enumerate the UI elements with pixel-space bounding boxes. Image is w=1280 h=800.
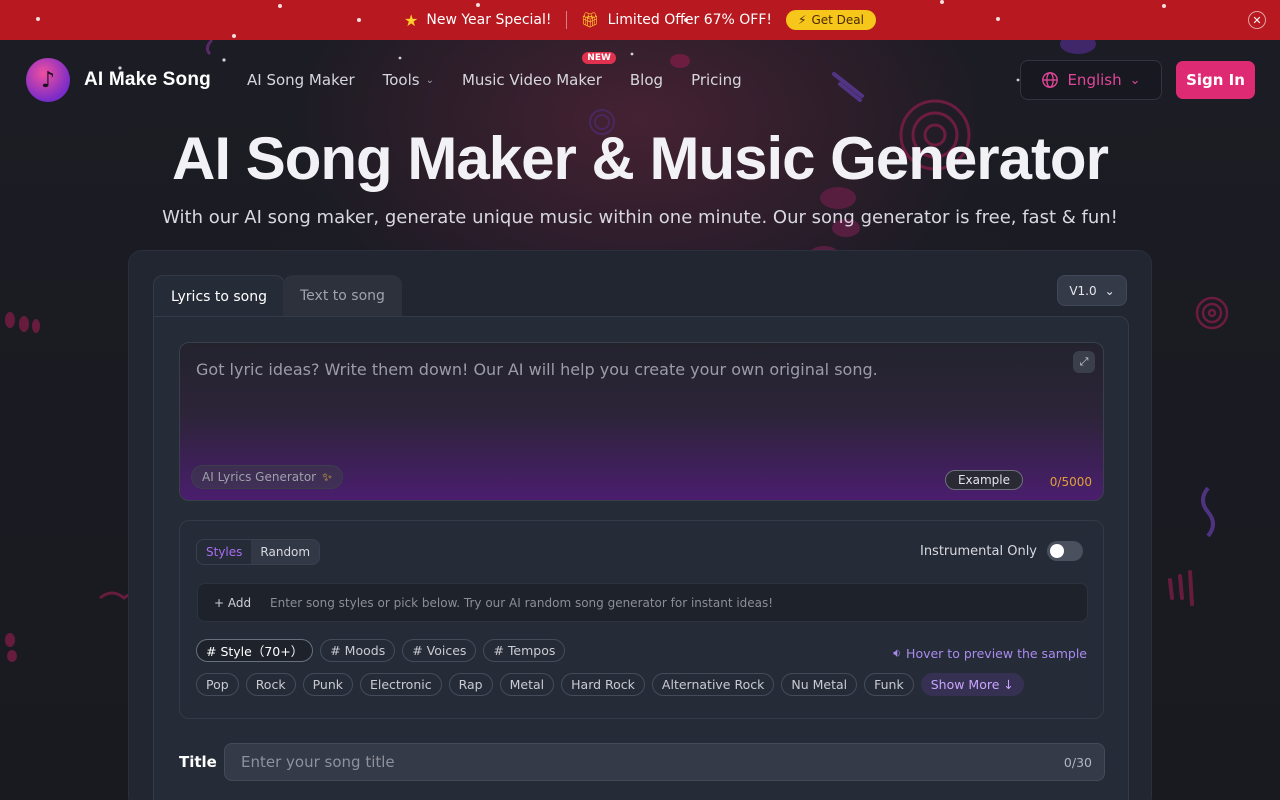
- sparkle-icon: ✨︎: [322, 469, 333, 484]
- style-chip[interactable]: Nu Metal: [781, 673, 858, 696]
- category-chips: # Style（70+） # Moods # Voices # Tempos: [196, 639, 566, 662]
- new-badge: NEW: [582, 52, 616, 64]
- tab-text-to-song[interactable]: Text to song: [283, 275, 402, 317]
- globe-icon: [1042, 72, 1059, 88]
- title-placeholder: Enter your song title: [241, 753, 395, 771]
- style-chip[interactable]: Rock: [245, 673, 296, 696]
- promo-offer: 🎁︎ Limited Offer 67% OFF!: [581, 11, 773, 29]
- promo-offer-label: Limited Offer 67% OFF!: [607, 12, 773, 28]
- chevron-down-icon: ⌄: [1104, 283, 1115, 298]
- styles-mode-toggle: Styles Random: [196, 539, 321, 565]
- style-chip[interactable]: Electronic: [359, 673, 442, 696]
- category-style[interactable]: # Style（70+）: [196, 639, 314, 662]
- nav-item-music-video-maker[interactable]: Music Video Maker NEW: [461, 52, 616, 89]
- lyrics-placeholder: Got lyric ideas? Write them down! Our AI…: [196, 360, 878, 379]
- nav-item-label: Music Video Maker: [461, 71, 602, 89]
- lyrics-textarea[interactable]: Got lyric ideas? Write them down! Our AI…: [179, 342, 1104, 501]
- example-button[interactable]: Example: [944, 470, 1023, 490]
- sign-in-button[interactable]: Sign In: [1176, 61, 1255, 99]
- language-label: English: [1067, 71, 1122, 89]
- nav-item-label: Tools: [382, 71, 420, 89]
- nav-item-tools[interactable]: Tools ⌄: [383, 71, 434, 89]
- get-deal-label: Get Deal: [811, 13, 864, 27]
- category-moods[interactable]: # Moods: [320, 639, 396, 662]
- main-menu: AI Song Maker Tools ⌄ Music Video Maker NE…: [247, 52, 742, 89]
- style-chip[interactable]: Alternative Rock: [651, 673, 775, 696]
- add-style-button[interactable]: + Add: [214, 596, 270, 610]
- instrumental-label: Instrumental Only: [919, 543, 1037, 559]
- style-chip[interactable]: Funk: [864, 673, 914, 696]
- style-chip[interactable]: Punk: [302, 673, 353, 696]
- hover-preview-label: Hover to preview the sample: [906, 645, 1087, 661]
- nav-item-label: Pricing: [691, 71, 742, 89]
- lightning-icon: ⚡︎: [798, 13, 807, 27]
- gift-icon: 🎁︎: [580, 11, 600, 29]
- style-chip[interactable]: Metal: [499, 673, 555, 696]
- logo-icon[interactable]: ♪: [26, 58, 70, 102]
- random-tab[interactable]: Random: [251, 540, 319, 564]
- promo-banner: ★ New Year Special! 🎁︎ Limited Offer 67%…: [0, 0, 1280, 40]
- nav-item-label: Blog: [629, 71, 664, 89]
- version-label: V1.0: [1069, 283, 1097, 298]
- ai-lyrics-label: AI Lyrics Generator: [202, 470, 317, 484]
- hover-preview-note: 🔉︎ Hover to preview the sample: [893, 645, 1087, 661]
- title-input[interactable]: Enter your song title 0/30: [224, 743, 1105, 781]
- top-navigation: ♪ AI Make Song AI Song Maker Tools ⌄ Musi…: [0, 40, 1280, 120]
- instrumental-only: Instrumental Only: [920, 541, 1083, 561]
- instrumental-toggle[interactable]: [1047, 541, 1083, 561]
- style-input[interactable]: + Add Enter song styles or pick below. T…: [197, 583, 1088, 622]
- lyrics-panel: Got lyric ideas? Write them down! Our AI…: [153, 316, 1129, 800]
- style-input-placeholder: Enter song styles or pick below. Try our…: [270, 595, 774, 610]
- style-chips: Pop Rock Punk Electronic Rap Metal Hard …: [196, 673, 1024, 696]
- promo-special: ★ New Year Special!: [404, 11, 551, 30]
- page-subtitle: With our AI song maker, generate unique …: [162, 207, 1118, 228]
- styles-section: Styles Random Instrumental Only + Add En…: [179, 520, 1104, 719]
- category-tempos[interactable]: # Tempos: [483, 639, 566, 662]
- nav-item-ai-song-maker[interactable]: AI Song Maker: [247, 71, 355, 89]
- version-selector[interactable]: V1.0 ⌄: [1057, 275, 1127, 306]
- nav-item-label: AI Song Maker: [246, 71, 355, 89]
- show-more-button[interactable]: Show More ↓: [920, 673, 1024, 696]
- style-chip[interactable]: Hard Rock: [561, 673, 645, 696]
- tab-lyrics-to-song[interactable]: Lyrics to song: [153, 275, 286, 317]
- chevron-down-icon: ⌄: [425, 74, 434, 86]
- nav-item-pricing[interactable]: Pricing: [691, 71, 742, 89]
- title-label: Title: [179, 753, 217, 771]
- title-char-count: 0/30: [1063, 754, 1092, 770]
- star-icon: ★: [404, 10, 419, 30]
- song-generator-card: Lyrics to song Text to song V1.0 ⌄ Got l…: [128, 250, 1152, 800]
- expand-icon[interactable]: ⤢: [1073, 351, 1095, 373]
- promo-special-label: New Year Special!: [426, 12, 552, 28]
- close-icon[interactable]: ✕: [1248, 11, 1266, 29]
- category-voices[interactable]: # Voices: [402, 639, 477, 662]
- speaker-icon: 🔉︎: [893, 645, 902, 660]
- nav-item-blog[interactable]: Blog: [630, 71, 663, 89]
- page-title: AI Song Maker & Music Generator: [172, 125, 1109, 192]
- styles-tab[interactable]: Styles: [197, 540, 252, 564]
- ai-lyrics-generator-button[interactable]: AI Lyrics Generator ✨︎: [191, 465, 344, 489]
- lyrics-char-count: 0/5000: [1049, 475, 1092, 489]
- promo-divider: [565, 11, 567, 29]
- brand-name[interactable]: AI Make Song: [84, 69, 211, 91]
- language-selector[interactable]: English ⌄: [1020, 60, 1162, 100]
- style-chip[interactable]: Rap: [448, 673, 493, 696]
- chevron-down-icon: ⌄: [1129, 72, 1141, 88]
- get-deal-button[interactable]: ⚡︎ Get Deal: [786, 10, 876, 30]
- style-chip[interactable]: Pop: [196, 673, 239, 696]
